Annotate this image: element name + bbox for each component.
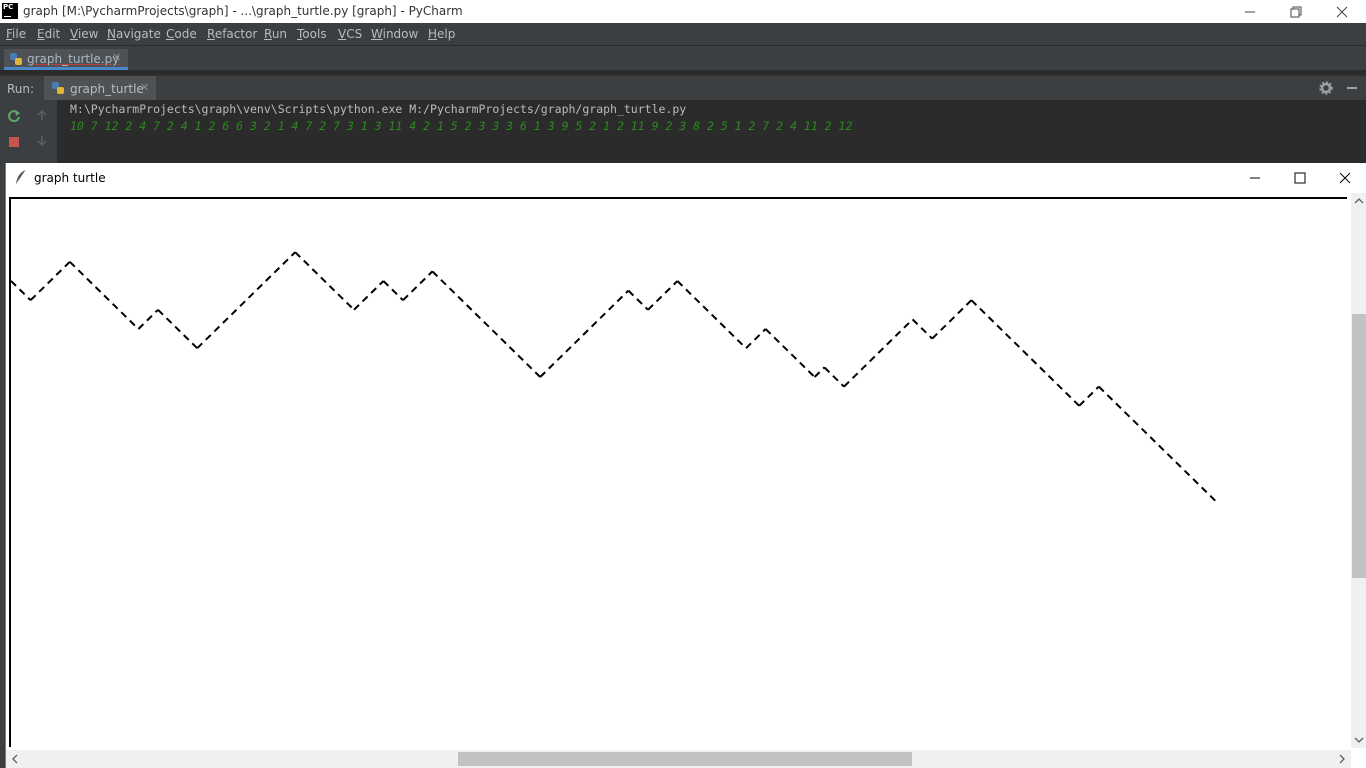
turtle-canvas[interactable]: [9, 197, 1347, 747]
turtle-path-segment: [1098, 385, 1218, 503]
menu-code[interactable]: Code: [166, 27, 197, 41]
turtle-path-segment: [29, 261, 71, 301]
run-tab-label: graph_turtle: [70, 82, 144, 96]
turtle-path-segment: [627, 289, 649, 311]
menu-tools[interactable]: Tools: [297, 27, 327, 41]
turtle-drawing: [10, 251, 1218, 503]
down-arrow-icon[interactable]: [36, 135, 48, 147]
ide-restore-button[interactable]: [1273, 0, 1319, 23]
run-toolbar: Run: graph_turtle ✕: [0, 75, 1366, 100]
turtle-maximize-button[interactable]: [1277, 163, 1323, 193]
up-arrow-icon[interactable]: [36, 109, 48, 121]
run-tab-graph-turtle[interactable]: graph_turtle ✕: [44, 76, 156, 100]
ide-title-bar: PC graph [M:\PycharmProjects\graph] - ..…: [0, 0, 1366, 23]
turtle-minimize-button[interactable]: [1232, 163, 1278, 193]
run-label: Run:: [7, 82, 35, 96]
console-output-line: 10 7 12 2 4 7 2 4 1 2 6 6 3 2 1 4 7 2 7 …: [70, 119, 853, 133]
vertical-scroll-thumb[interactable]: [1352, 314, 1366, 578]
maximize-icon: [1294, 172, 1306, 184]
menu-vcs[interactable]: VCS: [338, 27, 362, 41]
menu-window[interactable]: Window: [371, 27, 418, 41]
turtle-path-segment: [823, 366, 845, 388]
console-output[interactable]: M:\PycharmProjects\graph\venv\Scripts\py…: [57, 100, 1366, 163]
tab-graph-turtle-py[interactable]: graph_turtle.py ✕: [4, 49, 128, 70]
turtle-path-segment: [931, 299, 973, 340]
restore-icon: [1290, 6, 1302, 18]
console-command-line: M:\PycharmProjects\graph\venv\Scripts\py…: [70, 102, 687, 116]
tab-label: graph_turtle.py: [27, 52, 120, 66]
pycharm-logo-icon: PC: [2, 3, 18, 19]
menu-edit[interactable]: Edit: [37, 27, 60, 41]
hide-panel-icon[interactable]: [1345, 81, 1359, 95]
feather-icon: [16, 169, 27, 184]
turtle-path-segment: [911, 318, 933, 340]
turtle-close-button[interactable]: [1322, 163, 1366, 193]
turtle-path-segment: [69, 261, 140, 330]
turtle-path-segment: [402, 270, 434, 301]
turtle-path-segment: [353, 280, 385, 311]
rerun-icon[interactable]: [7, 109, 21, 123]
vertical-scrollbar[interactable]: [1351, 193, 1366, 748]
turtle-path-segment: [382, 280, 404, 301]
python-file-icon: [10, 53, 22, 65]
scroll-down-arrow-icon[interactable]: [1354, 736, 1364, 744]
scroll-right-arrow-icon[interactable]: [1338, 754, 1346, 764]
menu-view[interactable]: View: [70, 27, 98, 41]
turtle-path-segment: [843, 318, 914, 388]
turtle-path-segment: [196, 251, 296, 349]
turtle-window: graph turtle: [5, 163, 1366, 768]
ide-close-button[interactable]: [1319, 0, 1365, 23]
turtle-path-segment: [676, 280, 747, 349]
turtle-path-segment: [813, 366, 826, 378]
horizontal-scroll-thumb[interactable]: [458, 752, 912, 766]
turtle-path-segment: [539, 289, 630, 378]
turtle-path-segment: [970, 299, 1080, 407]
gear-icon[interactable]: [1319, 81, 1333, 95]
close-icon: [1339, 172, 1351, 184]
scroll-left-arrow-icon[interactable]: [11, 754, 19, 764]
tab-close-icon[interactable]: ✕: [112, 51, 121, 64]
ide-minimize-button[interactable]: [1227, 0, 1273, 23]
close-icon: [1336, 6, 1348, 18]
turtle-path-segment: [157, 309, 198, 349]
turtle-path-segment: [745, 328, 767, 349]
minimize-icon: [1245, 11, 1255, 13]
editor-tabs-bar: graph_turtle.py ✕: [0, 45, 1366, 70]
turtle-path-segment: [10, 280, 32, 301]
turtle-path-segment: [137, 309, 159, 330]
run-tab-close-icon[interactable]: ✕: [140, 81, 149, 94]
python-icon: [52, 82, 64, 94]
menu-bar: File Edit View Navigate Code Refactor Ru…: [0, 23, 1366, 45]
turtle-path-segment: [431, 270, 541, 378]
turtle-path-segment: [1078, 385, 1100, 407]
menu-refactor[interactable]: Refactor: [207, 27, 257, 41]
turtle-title-bar: graph turtle: [6, 163, 1366, 193]
menu-file[interactable]: File: [6, 27, 26, 41]
minimize-icon: [1250, 177, 1260, 179]
menu-help[interactable]: Help: [428, 27, 455, 41]
run-side-toolbar: [0, 100, 57, 163]
turtle-path-segment: [294, 251, 355, 311]
menu-navigate[interactable]: Navigate: [107, 27, 161, 41]
stop-icon[interactable]: [8, 136, 20, 148]
ide-window-title: graph [M:\PycharmProjects\graph] - ...\g…: [23, 4, 463, 18]
turtle-window-title: graph turtle: [34, 171, 106, 185]
menu-run[interactable]: Run: [264, 27, 287, 41]
turtle-path-segment: [647, 280, 679, 311]
horizontal-scrollbar[interactable]: [6, 750, 1351, 768]
scroll-up-arrow-icon[interactable]: [1354, 197, 1364, 205]
turtle-path-segment: [764, 328, 816, 378]
